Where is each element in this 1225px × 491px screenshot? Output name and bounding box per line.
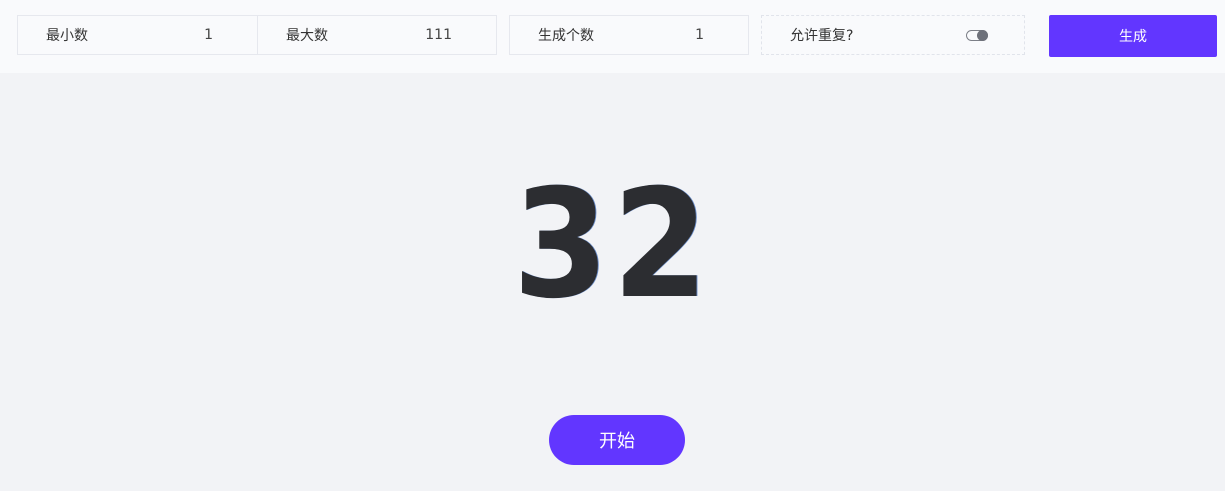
- count-input[interactable]: 1: [674, 27, 704, 43]
- duplicate-field-group: 允许重复?: [761, 15, 1025, 55]
- count-field[interactable]: 生成个数 1: [510, 16, 748, 54]
- max-input[interactable]: 111: [422, 27, 452, 43]
- duplicate-label: 允许重复?: [790, 28, 854, 44]
- toggle-knob: [977, 29, 988, 41]
- max-field[interactable]: 最大数 111: [257, 16, 496, 54]
- settings-toolbar: 最小数 1 最大数 111 生成个数 1 允许重复? 生成: [0, 0, 1225, 73]
- count-field-group: 生成个数 1: [509, 15, 749, 55]
- min-field[interactable]: 最小数 1: [18, 16, 257, 54]
- result-number: 32: [512, 158, 713, 332]
- range-fields: 最小数 1 最大数 111: [17, 15, 497, 55]
- start-button[interactable]: 开始: [549, 415, 685, 465]
- max-label: 最大数: [286, 28, 328, 44]
- duplicate-toggle[interactable]: [966, 29, 988, 41]
- duplicate-field[interactable]: 允许重复?: [762, 16, 1024, 54]
- min-label: 最小数: [46, 28, 88, 44]
- count-label: 生成个数: [538, 28, 594, 44]
- min-input[interactable]: 1: [183, 27, 213, 43]
- generate-button[interactable]: 生成: [1049, 15, 1217, 57]
